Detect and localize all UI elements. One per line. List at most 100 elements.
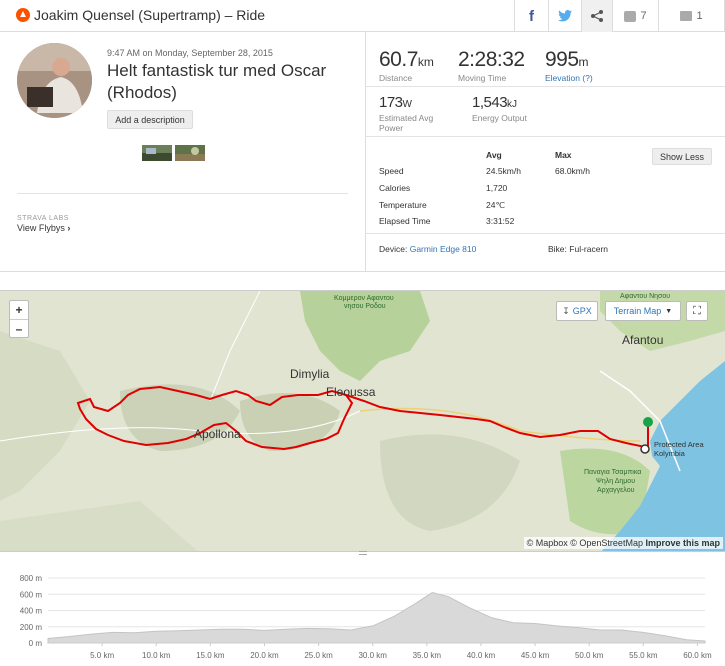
device-link[interactable]: Garmin Edge 810 [410,244,477,254]
activity-stats: 60.7km Distance 2:28:32 Moving Time 995m… [366,32,725,272]
table-row-max: 68.0km/h [555,166,590,176]
view-flybys-label: View Flybys [17,223,65,233]
terrain-map-label: Terrain Map [613,306,662,316]
divider [366,86,725,87]
map-place-label: Protected Area [654,440,704,449]
bike-name: Ful-racern [569,244,609,254]
osm-attribution[interactable]: © OpenStreetMap [570,538,643,548]
twitter-icon [558,10,572,22]
map-place-label: Κομμερον Αφαντου [334,295,394,302]
y-tick-label: 800 m [20,574,43,583]
elevation-chart: 800 m 600 m 400 m 200 m 0 m 5.0 km 10.0 km 15.0… [20,574,712,660]
kudos-button[interactable]: 7 [612,0,658,32]
moving-time-value: 2:28:32 [458,48,525,71]
map-place-label: νησου Ροδου [344,303,386,310]
map-place-label: Ψηλη Δημου [596,478,636,485]
table-row-label: Temperature [379,200,427,210]
show-less-button[interactable]: Show Less [652,148,712,165]
comments-button[interactable]: 1 [658,0,725,32]
elevation-help-link[interactable]: Elevation (?) [545,73,593,83]
strava-logo-icon [16,8,30,22]
share-icon [591,10,603,22]
route-map[interactable]: Afantou Dimylia Eleoussa Apollona Protec… [0,290,725,552]
moving-time-stat: 2:28:32 Moving Time [458,48,525,83]
map-place-label: Kolymbia [654,449,685,458]
x-tick-label: 25.0 km [304,651,333,660]
moving-time-label: Moving Time [458,73,507,83]
y-tick-label: 400 m [20,607,43,616]
max-column-header: Max [555,150,572,160]
comment-icon [680,11,693,21]
energy-unit: kJ [507,99,518,110]
power-stat: 173W Estimated Avg Power [379,94,433,133]
map-attribution: © Mapbox © OpenStreetMap Improve this ma… [523,537,723,549]
share-button[interactable] [581,0,612,32]
mapbox-attribution[interactable]: © Mapbox [527,538,568,548]
divider [366,233,725,234]
table-row-avg: 24.5km/h [486,166,521,176]
fullscreen-icon: ⛶ [693,304,701,317]
twitter-share-button[interactable] [548,0,581,32]
energy-stat: 1,543kJ Energy Output [472,94,527,123]
facebook-icon: f [529,7,534,25]
distance-value: 60.7 [379,48,418,71]
distance-label: Distance [379,73,413,83]
map-resize-handle[interactable] [359,551,367,555]
elevation-area [47,592,706,644]
device-label: Device: [379,244,408,254]
zoom-out-button[interactable]: – [10,319,28,337]
table-row-avg: 24℃ [486,200,506,210]
elevation-stat: 995m Elevation (?) [545,48,593,83]
comment-count: 1 [696,10,703,22]
avatar[interactable] [17,43,92,118]
x-tick-label: 45.0 km [521,651,550,660]
energy-value: 1,543 [472,94,508,111]
avg-column-header: Avg [486,150,502,160]
activity-details: 9:47 AM on Monday, September 28, 2015 He… [0,32,366,272]
power-label: Estimated Avg Power [379,113,434,133]
photo-thumbnail[interactable] [142,145,172,161]
fullscreen-button[interactable]: ⛶ [686,301,708,321]
divider [366,136,725,137]
table-row-avg: 3:31:52 [486,216,515,226]
photo-thumbnail[interactable] [175,145,205,161]
activity-name[interactable]: Helt fantastisk tur med Oscar (Rhodos) [107,60,362,104]
y-tick-label: 0 m [29,639,43,648]
kudos-count: 7 [640,10,647,22]
facebook-share-button[interactable]: f [514,0,548,32]
header-bar: Joakim Quensel (Supertramp) – Ride f 7 1 [0,0,725,32]
page-title: Joakim Quensel (Supertramp) – Ride [34,7,266,23]
table-row-avg: 1,720 [486,183,508,193]
thumbs-up-icon [624,10,637,22]
y-tick-label: 600 m [20,590,43,599]
distance-stat: 60.7km Distance [379,48,434,83]
x-tick-label: 35.0 km [413,651,442,660]
terrain-map-dropdown[interactable]: Terrain Map ▼ [605,301,681,321]
caret-down-icon: ▼ [665,307,673,315]
gpx-download-button[interactable]: ↧ GPX [556,301,598,321]
add-description-button[interactable]: Add a description [107,110,193,129]
y-tick-label: 200 m [20,623,43,632]
x-tick-label: 40.0 km [467,651,496,660]
gpx-label: GPX [572,306,592,316]
device-info: Device: Garmin Edge 810 [379,244,476,254]
chevron-right-icon: › [67,223,71,233]
map-place-label: Afantou [622,333,664,347]
zoom-in-button[interactable]: + [10,301,28,319]
download-icon: ↧ [562,305,570,316]
x-tick-label: 10.0 km [142,651,171,660]
improve-map-link[interactable]: Improve this map [645,538,720,548]
distance-unit: km [417,55,434,69]
bike-info: Bike: Ful-racern [548,244,608,254]
zoom-control: + – [9,300,29,338]
power-value: 173 [379,94,403,111]
divider [17,193,348,194]
x-tick-label: 30.0 km [358,651,387,660]
map-place-label: Apollona [194,427,241,441]
view-flybys-link[interactable]: View Flybys › [17,223,70,233]
x-tick-label: 15.0 km [196,651,225,660]
table-row-label: Elapsed Time [379,216,431,226]
activity-datetime: 9:47 AM on Monday, September 28, 2015 [107,48,273,58]
elevation-profile[interactable]: 800 m 600 m 400 m 200 m 0 m 5.0 km 10.0 km 15.0… [0,560,725,666]
map-place-label: Dimylia [290,367,330,381]
